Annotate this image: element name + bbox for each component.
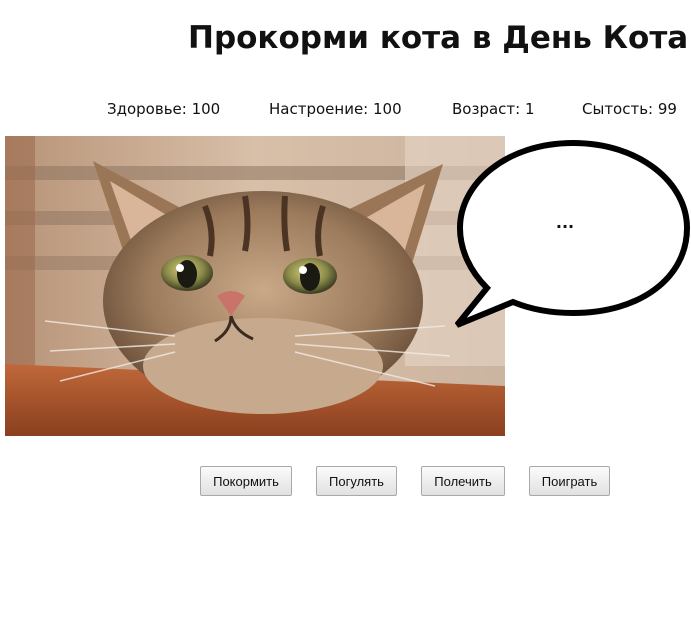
feed-button[interactable]: Покормить xyxy=(200,466,292,496)
walk-button[interactable]: Погулять xyxy=(316,466,397,496)
speech-bubble xyxy=(455,139,691,328)
cat-image xyxy=(5,136,505,436)
play-button[interactable]: Поиграть xyxy=(529,466,610,496)
stat-health: Здоровье: 100 xyxy=(107,100,221,118)
game-page: Прокорми кота в День Кота! Здоровье: 100… xyxy=(0,0,691,622)
heal-button[interactable]: Полечить xyxy=(421,466,505,496)
page-title: Прокорми кота в День Кота! xyxy=(188,20,691,56)
action-buttons: Покормить Погулять Полечить Поиграть xyxy=(0,466,691,496)
stat-mood: Настроение: 100 xyxy=(269,100,402,118)
stat-age: Возраст: 1 xyxy=(452,100,535,118)
speech-bubble-text: ... xyxy=(555,213,575,232)
stat-satiety: Сытость: 99 xyxy=(582,100,677,118)
stats-bar: Здоровье: 100 Настроение: 100 Возраст: 1… xyxy=(0,100,691,120)
